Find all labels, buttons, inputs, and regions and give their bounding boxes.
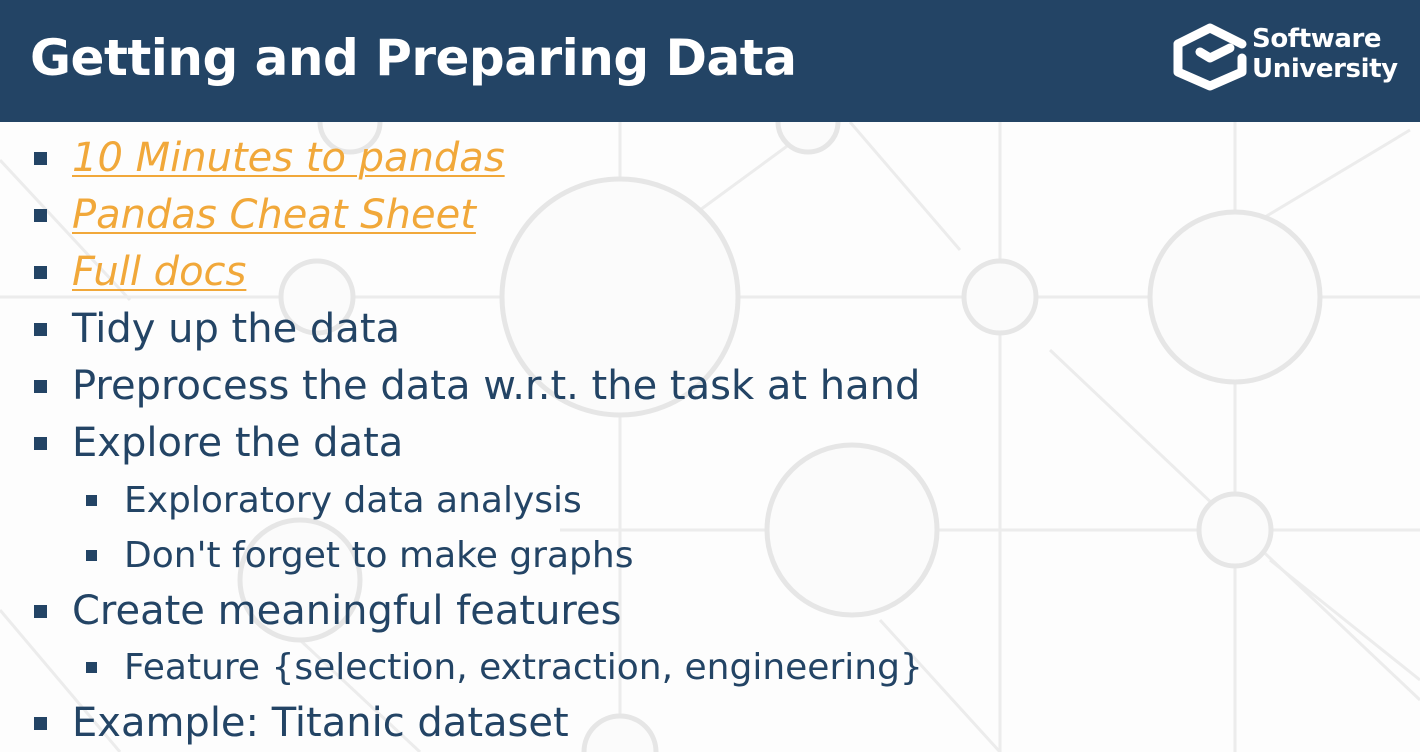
bullet-marker: [86, 662, 97, 673]
sub-bullet-item-graphs: Don't forget to make graphs: [86, 530, 634, 582]
bullet-text: Don't forget to make graphs: [124, 535, 634, 576]
bullet-text: Feature {selection, extraction, engineer…: [124, 647, 923, 688]
software-university-logo-icon: [1173, 23, 1247, 91]
bullet-text: Preprocess the data w.r.t. the task at h…: [72, 363, 921, 409]
bullet-item-features: Create meaningful features: [34, 583, 622, 639]
bullet-text: Tidy up the data: [72, 306, 401, 352]
bullet-item-tidy-up: Tidy up the data: [34, 301, 401, 357]
logo-text-line-2: University: [1252, 54, 1398, 84]
bullet-marker: [34, 152, 47, 165]
bullet-item-10-minutes-to-pandas[interactable]: 10 Minutes to pandas: [34, 130, 505, 186]
bullet-marker: [34, 266, 47, 279]
sub-bullet-item-eda: Exploratory data analysis: [86, 475, 582, 527]
bullet-marker: [86, 495, 97, 506]
bullet-text: Create meaningful features: [72, 588, 622, 634]
bullet-text: Example: Titanic dataset: [72, 700, 569, 746]
bullet-item-pandas-cheat-sheet[interactable]: Pandas Cheat Sheet: [34, 187, 476, 243]
bullet-marker: [34, 209, 47, 222]
bullet-marker: [34, 605, 47, 618]
bullet-item-preprocess: Preprocess the data w.r.t. the task at h…: [34, 358, 921, 414]
software-university-logo: Software University: [1170, 22, 1402, 94]
bullet-marker: [34, 380, 47, 393]
bullet-text: Exploratory data analysis: [124, 480, 582, 521]
bullet-marker: [34, 323, 47, 336]
bullet-item-full-docs[interactable]: Full docs: [34, 244, 246, 300]
link-10-minutes-to-pandas[interactable]: 10 Minutes to pandas: [72, 135, 505, 181]
bullet-item-titanic: Example: Titanic dataset: [34, 695, 569, 751]
bullet-item-explore: Explore the data: [34, 415, 404, 471]
bullet-marker: [86, 550, 97, 561]
bullet-marker: [34, 717, 47, 730]
slide: Getting and Preparing Data Software Univ…: [0, 0, 1420, 752]
link-full-docs[interactable]: Full docs: [72, 249, 246, 295]
bullet-text: Explore the data: [72, 420, 404, 466]
sub-bullet-item-feature-types: Feature {selection, extraction, engineer…: [86, 642, 923, 694]
link-pandas-cheat-sheet[interactable]: Pandas Cheat Sheet: [72, 192, 476, 238]
slide-title: Getting and Preparing Data: [30, 29, 797, 87]
bullet-marker: [34, 437, 47, 450]
logo-text-line-1: Software: [1252, 24, 1382, 54]
slide-header: Getting and Preparing Data Software Univ…: [0, 0, 1420, 122]
